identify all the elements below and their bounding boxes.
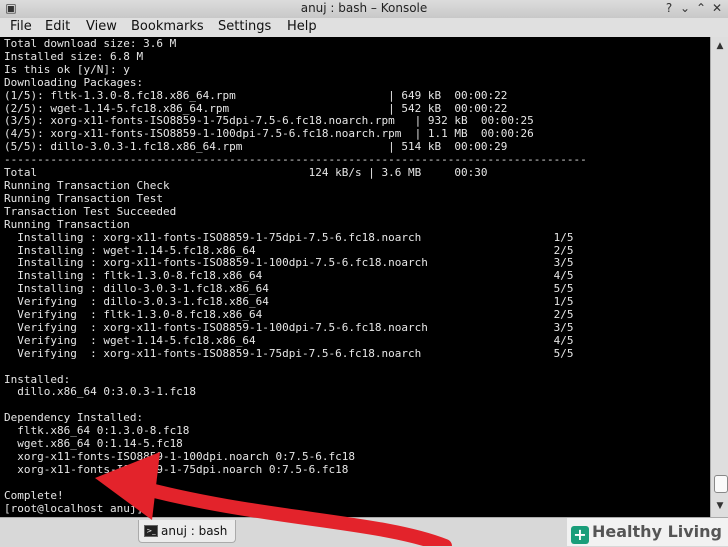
terminal-line: Installing : xorg-x11-fonts-ISO8859-1-75… [4, 230, 574, 244]
terminal-line: Transaction Test Succeeded [4, 204, 177, 218]
terminal-line: xorg-x11-fonts-ISO8859-1-75dpi.noarch 0:… [4, 462, 349, 476]
terminal-line: Verifying : fltk-1.3.0-8.fc18.x86_64 2/5 [4, 308, 574, 322]
terminal-line: Running Transaction [4, 217, 130, 231]
terminal-line: Running Transaction Test [4, 191, 163, 205]
terminal-icon: >_ [144, 525, 158, 537]
maximize-icon[interactable]: ⌃ [694, 1, 708, 15]
scrollbar-thumb[interactable] [714, 475, 728, 493]
terminal-line: Verifying : xorg-x11-fonts-ISO8859-1-100… [4, 320, 574, 334]
minimize-icon[interactable]: ⌄ [678, 1, 692, 15]
menu-edit[interactable]: Edit [45, 19, 70, 34]
terminal-output[interactable]: Total download size: 3.6 M Installed size… [0, 37, 710, 517]
menu-view[interactable]: View [86, 19, 117, 34]
terminal-line: xorg-x11-fonts-ISO8859-1-100dpi.noarch 0… [4, 450, 355, 463]
watermark-text: Healthy Living [592, 522, 722, 541]
scroll-up-icon[interactable]: ▲ [714, 41, 726, 51]
close-icon[interactable]: ✕ [710, 1, 724, 15]
help-icon[interactable]: ? [662, 1, 676, 15]
menu-bar: File Edit View Bookmarks Settings Help [0, 18, 728, 38]
terminal-lines: Total download size: 3.6 M Installed size… [4, 37, 587, 516]
menu-file[interactable]: File [10, 19, 32, 34]
terminal-line: Complete! [4, 488, 64, 502]
terminal-line: Total download size: 3.6 M [4, 37, 177, 50]
menu-bookmarks[interactable]: Bookmarks [131, 19, 204, 34]
window-title: anuj : bash – Konsole [300, 1, 428, 15]
scroll-down-icon[interactable]: ▼ [714, 501, 726, 511]
terminal-line: Running Transaction Check [4, 178, 170, 192]
terminal-line: Verifying : wget-1.14-5.fc18.x86_64 4/5 [4, 333, 574, 347]
menu-settings[interactable]: Settings [218, 19, 271, 34]
healthy-living-watermark: + Healthy Living [567, 518, 728, 546]
terminal-line: dillo.x86_64 0:3.0.3-1.fc18 [4, 385, 197, 399]
terminal-line: Verifying : xorg-x11-fonts-ISO8859-1-75d… [4, 346, 574, 360]
tab-label: anuj : bash [161, 524, 228, 538]
health-cross-icon: + [571, 526, 589, 544]
terminal-line: [root@localhost anuj]# [4, 501, 157, 515]
terminal-line: Is this ok [y/N]: y [4, 62, 130, 76]
title-bar: ▣ anuj : bash – Konsole ? ⌄ ⌃ ✕ [0, 0, 728, 18]
terminal-line: (1/5): fltk-1.3.0-8.fc18.x86_64.rpm | 64… [4, 88, 508, 102]
menu-help[interactable]: Help [287, 19, 317, 34]
terminal-scrollbar[interactable]: ▲ ▼ [710, 37, 728, 517]
terminal-line: Installed size: 6.8 M [4, 49, 144, 63]
terminal-line: Downloading Packages: [4, 75, 144, 89]
tab-anuj-bash[interactable]: >_ anuj : bash [138, 520, 237, 543]
